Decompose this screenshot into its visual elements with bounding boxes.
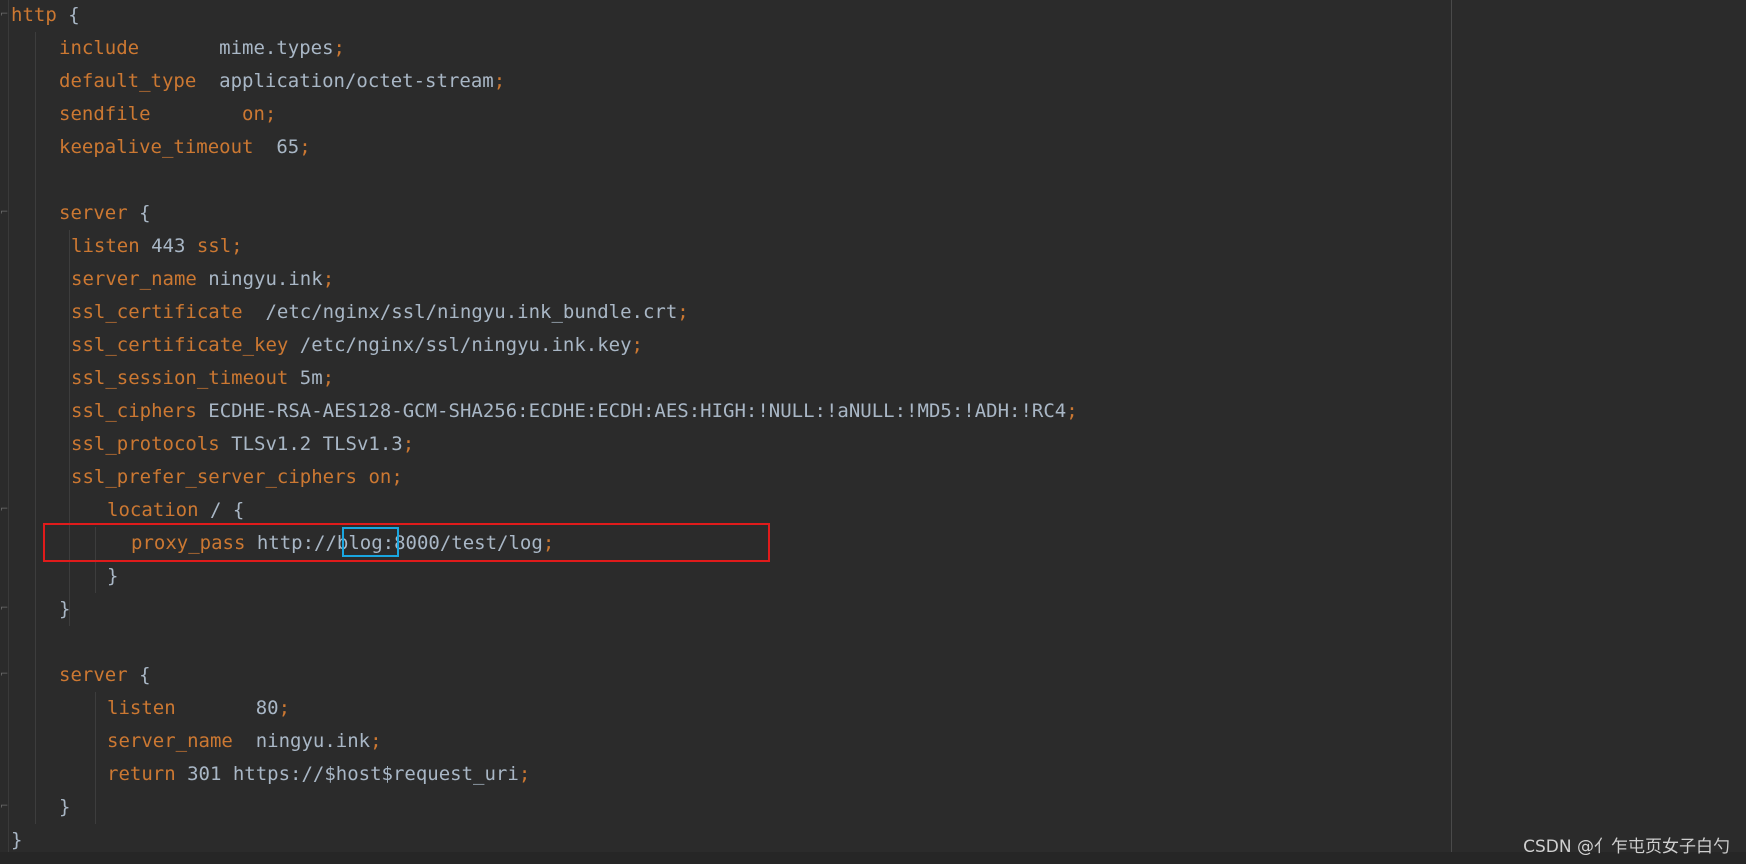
bottom-scroll-strip xyxy=(0,852,1746,864)
code-keyword: ssl_ciphers xyxy=(71,400,197,422)
code-keyword: server xyxy=(59,202,128,224)
code-punctuation: ; xyxy=(278,697,291,719)
right-margin-guide xyxy=(1451,0,1452,864)
fold-marker-icon[interactable]: ⌐ xyxy=(0,207,8,219)
code-punctuation: ; xyxy=(264,103,277,125)
code-text: TLSv1.2 TLSv1.3 xyxy=(219,433,403,455)
code-line[interactable]: } xyxy=(59,593,70,626)
code-keyword: http xyxy=(11,4,57,26)
code-keyword: ssl_certificate xyxy=(71,301,243,323)
code-text: ECDHE-RSA-AES128-GCM-SHA256:ECDHE:ECDH:A… xyxy=(196,400,1067,422)
code-text: 80 xyxy=(175,697,279,719)
code-keyword: on xyxy=(368,466,392,488)
code-line[interactable]: listen 80; xyxy=(107,692,290,725)
code-text: /etc/nginx/ssl/ningyu.ink.key xyxy=(288,334,632,356)
code-text: application/octet-stream xyxy=(196,70,494,92)
fold-marker-icon[interactable]: ⌐ xyxy=(0,603,8,615)
code-editor[interactable]: ⌐ ⌐ ⌐ ⌐ ⌐ ⌐ http {include mime.types; default_… xyxy=(0,0,1746,864)
code-keyword: ssl_certificate_key xyxy=(71,334,289,356)
code-line[interactable]: ssl_certificate /etc/nginx/ssl/ningyu.in… xyxy=(71,296,689,329)
code-punctuation: ; xyxy=(391,466,403,488)
code-line[interactable]: default_type application/octet-stream; xyxy=(59,65,505,98)
code-line[interactable]: listen 443 ssl; xyxy=(71,230,243,263)
code-line[interactable]: ssl_prefer_server_ciphers on; xyxy=(71,461,403,494)
fold-marker-icon[interactable]: ⌐ xyxy=(0,504,8,516)
code-text: ningyu.ink xyxy=(196,268,323,290)
code-line[interactable]: } xyxy=(59,791,70,824)
code-line[interactable]: sendfile on; xyxy=(59,98,276,131)
code-line[interactable]: http { xyxy=(11,0,80,32)
code-text: /etc/nginx/ssl/ningyu.ink_bundle.crt xyxy=(242,301,678,323)
code-text: } xyxy=(59,598,71,620)
indent-guide xyxy=(69,230,70,626)
code-text: 301 https://$host$request_uri xyxy=(175,763,519,785)
csdn-watermark: CSDN @亻乍屯页女子白勺 xyxy=(1523,837,1730,857)
code-keyword: location xyxy=(107,499,199,521)
code-punctuation: ; xyxy=(333,37,345,59)
code-keyword: server_name xyxy=(107,730,233,752)
code-keyword: ssl_prefer_server_ciphers xyxy=(71,466,357,488)
code-line[interactable]: include mime.types; xyxy=(59,32,345,65)
code-text: 5m xyxy=(288,367,323,389)
code-punctuation: ; xyxy=(1066,400,1078,422)
indent-guide xyxy=(35,32,36,824)
code-text: } xyxy=(11,829,23,851)
code-line[interactable]: server_name ningyu.ink; xyxy=(107,725,382,758)
code-keyword: listen xyxy=(107,697,176,719)
fold-marker-icon[interactable]: ⌐ xyxy=(0,801,8,813)
code-text: } xyxy=(107,565,119,587)
code-line[interactable]: server { xyxy=(59,197,151,230)
code-keyword: ssl_session_timeout xyxy=(71,367,289,389)
code-punctuation: ; xyxy=(322,367,335,389)
code-keyword: default_type xyxy=(59,70,197,92)
code-punctuation: ; xyxy=(322,268,335,290)
code-punctuation: ; xyxy=(518,763,531,785)
code-text: { xyxy=(56,4,80,26)
code-punctuation: ; xyxy=(370,730,382,752)
code-keyword: ssl xyxy=(196,235,232,257)
blog-token-highlight-box xyxy=(342,527,399,557)
code-punctuation: ; xyxy=(402,433,415,455)
indent-guide xyxy=(95,692,96,824)
fold-marker-icon[interactable]: ⌐ xyxy=(0,669,8,681)
code-line[interactable]: ssl_session_timeout 5m; xyxy=(71,362,334,395)
fold-marker-icon[interactable]: ⌐ xyxy=(0,9,8,21)
code-text: ningyu.ink xyxy=(232,730,371,752)
code-keyword: server xyxy=(59,664,128,686)
code-punctuation: ; xyxy=(231,235,243,257)
code-text: } xyxy=(59,796,71,818)
code-punctuation: ; xyxy=(299,136,311,158)
code-punctuation: ; xyxy=(677,301,689,323)
code-text: 65 xyxy=(253,136,300,158)
code-keyword: on xyxy=(242,103,265,125)
code-line[interactable]: ssl_ciphers ECDHE-RSA-AES128-GCM-SHA256:… xyxy=(71,395,1078,428)
code-keyword: server_name xyxy=(71,268,197,290)
code-line[interactable]: ssl_certificate_key /etc/nginx/ssl/ningy… xyxy=(71,329,643,362)
code-keyword: sendfile xyxy=(59,103,151,125)
code-line[interactable]: ssl_protocols TLSv1.2 TLSv1.3; xyxy=(71,428,414,461)
code-line[interactable]: } xyxy=(107,560,118,593)
code-punctuation: ; xyxy=(631,334,643,356)
code-text: { xyxy=(127,202,151,224)
code-text: { xyxy=(127,664,151,686)
code-line[interactable]: server { xyxy=(59,659,151,692)
editor-gutter: ⌐ ⌐ ⌐ ⌐ ⌐ ⌐ xyxy=(0,0,9,864)
code-line[interactable]: keepalive_timeout 65; xyxy=(59,131,311,164)
code-line[interactable]: server_name ningyu.ink; xyxy=(71,263,334,296)
code-text: mime.types xyxy=(139,37,334,59)
code-text: / { xyxy=(198,499,245,521)
proxy-pass-highlight-box xyxy=(43,523,770,562)
code-keyword: listen xyxy=(71,235,140,257)
code-keyword: keepalive_timeout xyxy=(59,136,254,158)
code-keyword: ssl_protocols xyxy=(71,433,220,455)
code-keyword: return xyxy=(107,763,176,785)
code-keyword: include xyxy=(59,37,140,59)
code-text: 443 xyxy=(139,235,197,257)
code-line[interactable]: return 301 https://$host$request_uri; xyxy=(107,758,530,791)
code-punctuation: ; xyxy=(493,70,506,92)
